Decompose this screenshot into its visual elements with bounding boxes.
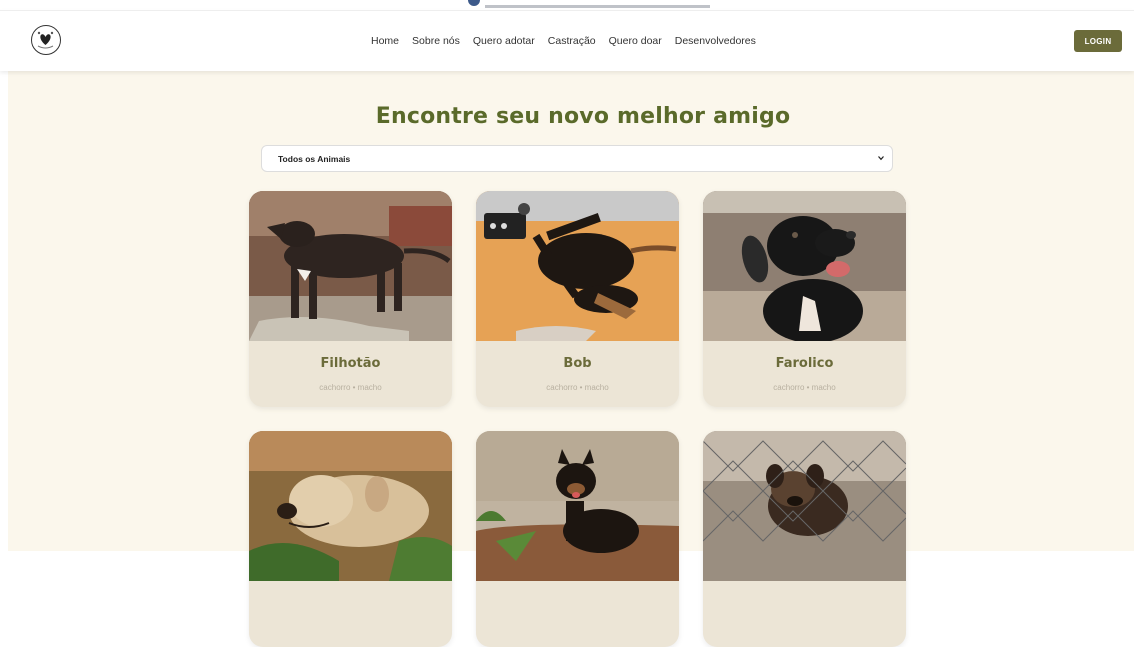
- animal-photo: [476, 431, 679, 581]
- animal-filter-value: Todos os Animais: [278, 154, 351, 164]
- animal-meta: cachorro • macho: [773, 383, 836, 392]
- animal-photo: [703, 191, 906, 341]
- nav-item-desenvolvedores[interactable]: Desenvolvedores: [675, 35, 756, 47]
- nav-item-home[interactable]: Home: [371, 35, 399, 47]
- animal-card[interactable]: [703, 431, 906, 647]
- animal-meta: cachorro • macho: [546, 383, 609, 392]
- navbar: Home Sobre nós Quero adotar Castração Qu…: [0, 10, 1134, 71]
- nav-item-sobre-nos[interactable]: Sobre nós: [412, 35, 460, 47]
- animal-card[interactable]: Filhotão cachorro • macho: [249, 191, 452, 407]
- animal-photo: [476, 191, 679, 341]
- animal-photo: [249, 191, 452, 341]
- heart-paw-logo-icon[interactable]: [31, 25, 61, 55]
- login-button[interactable]: LOGIN: [1074, 30, 1122, 52]
- animal-card[interactable]: Bob cachorro • macho: [476, 191, 679, 407]
- animal-name: Farolico: [775, 356, 834, 371]
- animal-meta: cachorro • macho: [319, 383, 382, 392]
- main-nav: Home Sobre nós Quero adotar Castração Qu…: [371, 11, 769, 71]
- animal-photo: [249, 431, 452, 581]
- animal-filter-select[interactable]: Todos os Animais: [261, 145, 893, 172]
- animal-name: Bob: [563, 356, 592, 371]
- nav-item-castracao[interactable]: Castração: [548, 35, 596, 47]
- animal-card[interactable]: [249, 431, 452, 647]
- animal-card[interactable]: [476, 431, 679, 647]
- nav-item-quero-adotar[interactable]: Quero adotar: [473, 35, 535, 47]
- page-title: Encontre seu novo melhor amigo: [375, 104, 791, 129]
- banner-text-cropped: [485, 0, 710, 8]
- animal-photo: [703, 431, 906, 581]
- animal-name: Filhotão: [320, 356, 381, 371]
- nav-item-quero-doar[interactable]: Quero doar: [609, 35, 662, 47]
- banner-icon: [468, 0, 480, 6]
- animal-card[interactable]: Farolico cachorro • macho: [703, 191, 906, 407]
- adoption-page: Encontre seu novo melhor amigo Todos os …: [8, 70, 1134, 647]
- chevron-down-icon: [878, 156, 884, 161]
- top-cropped-banner: [0, 0, 1134, 10]
